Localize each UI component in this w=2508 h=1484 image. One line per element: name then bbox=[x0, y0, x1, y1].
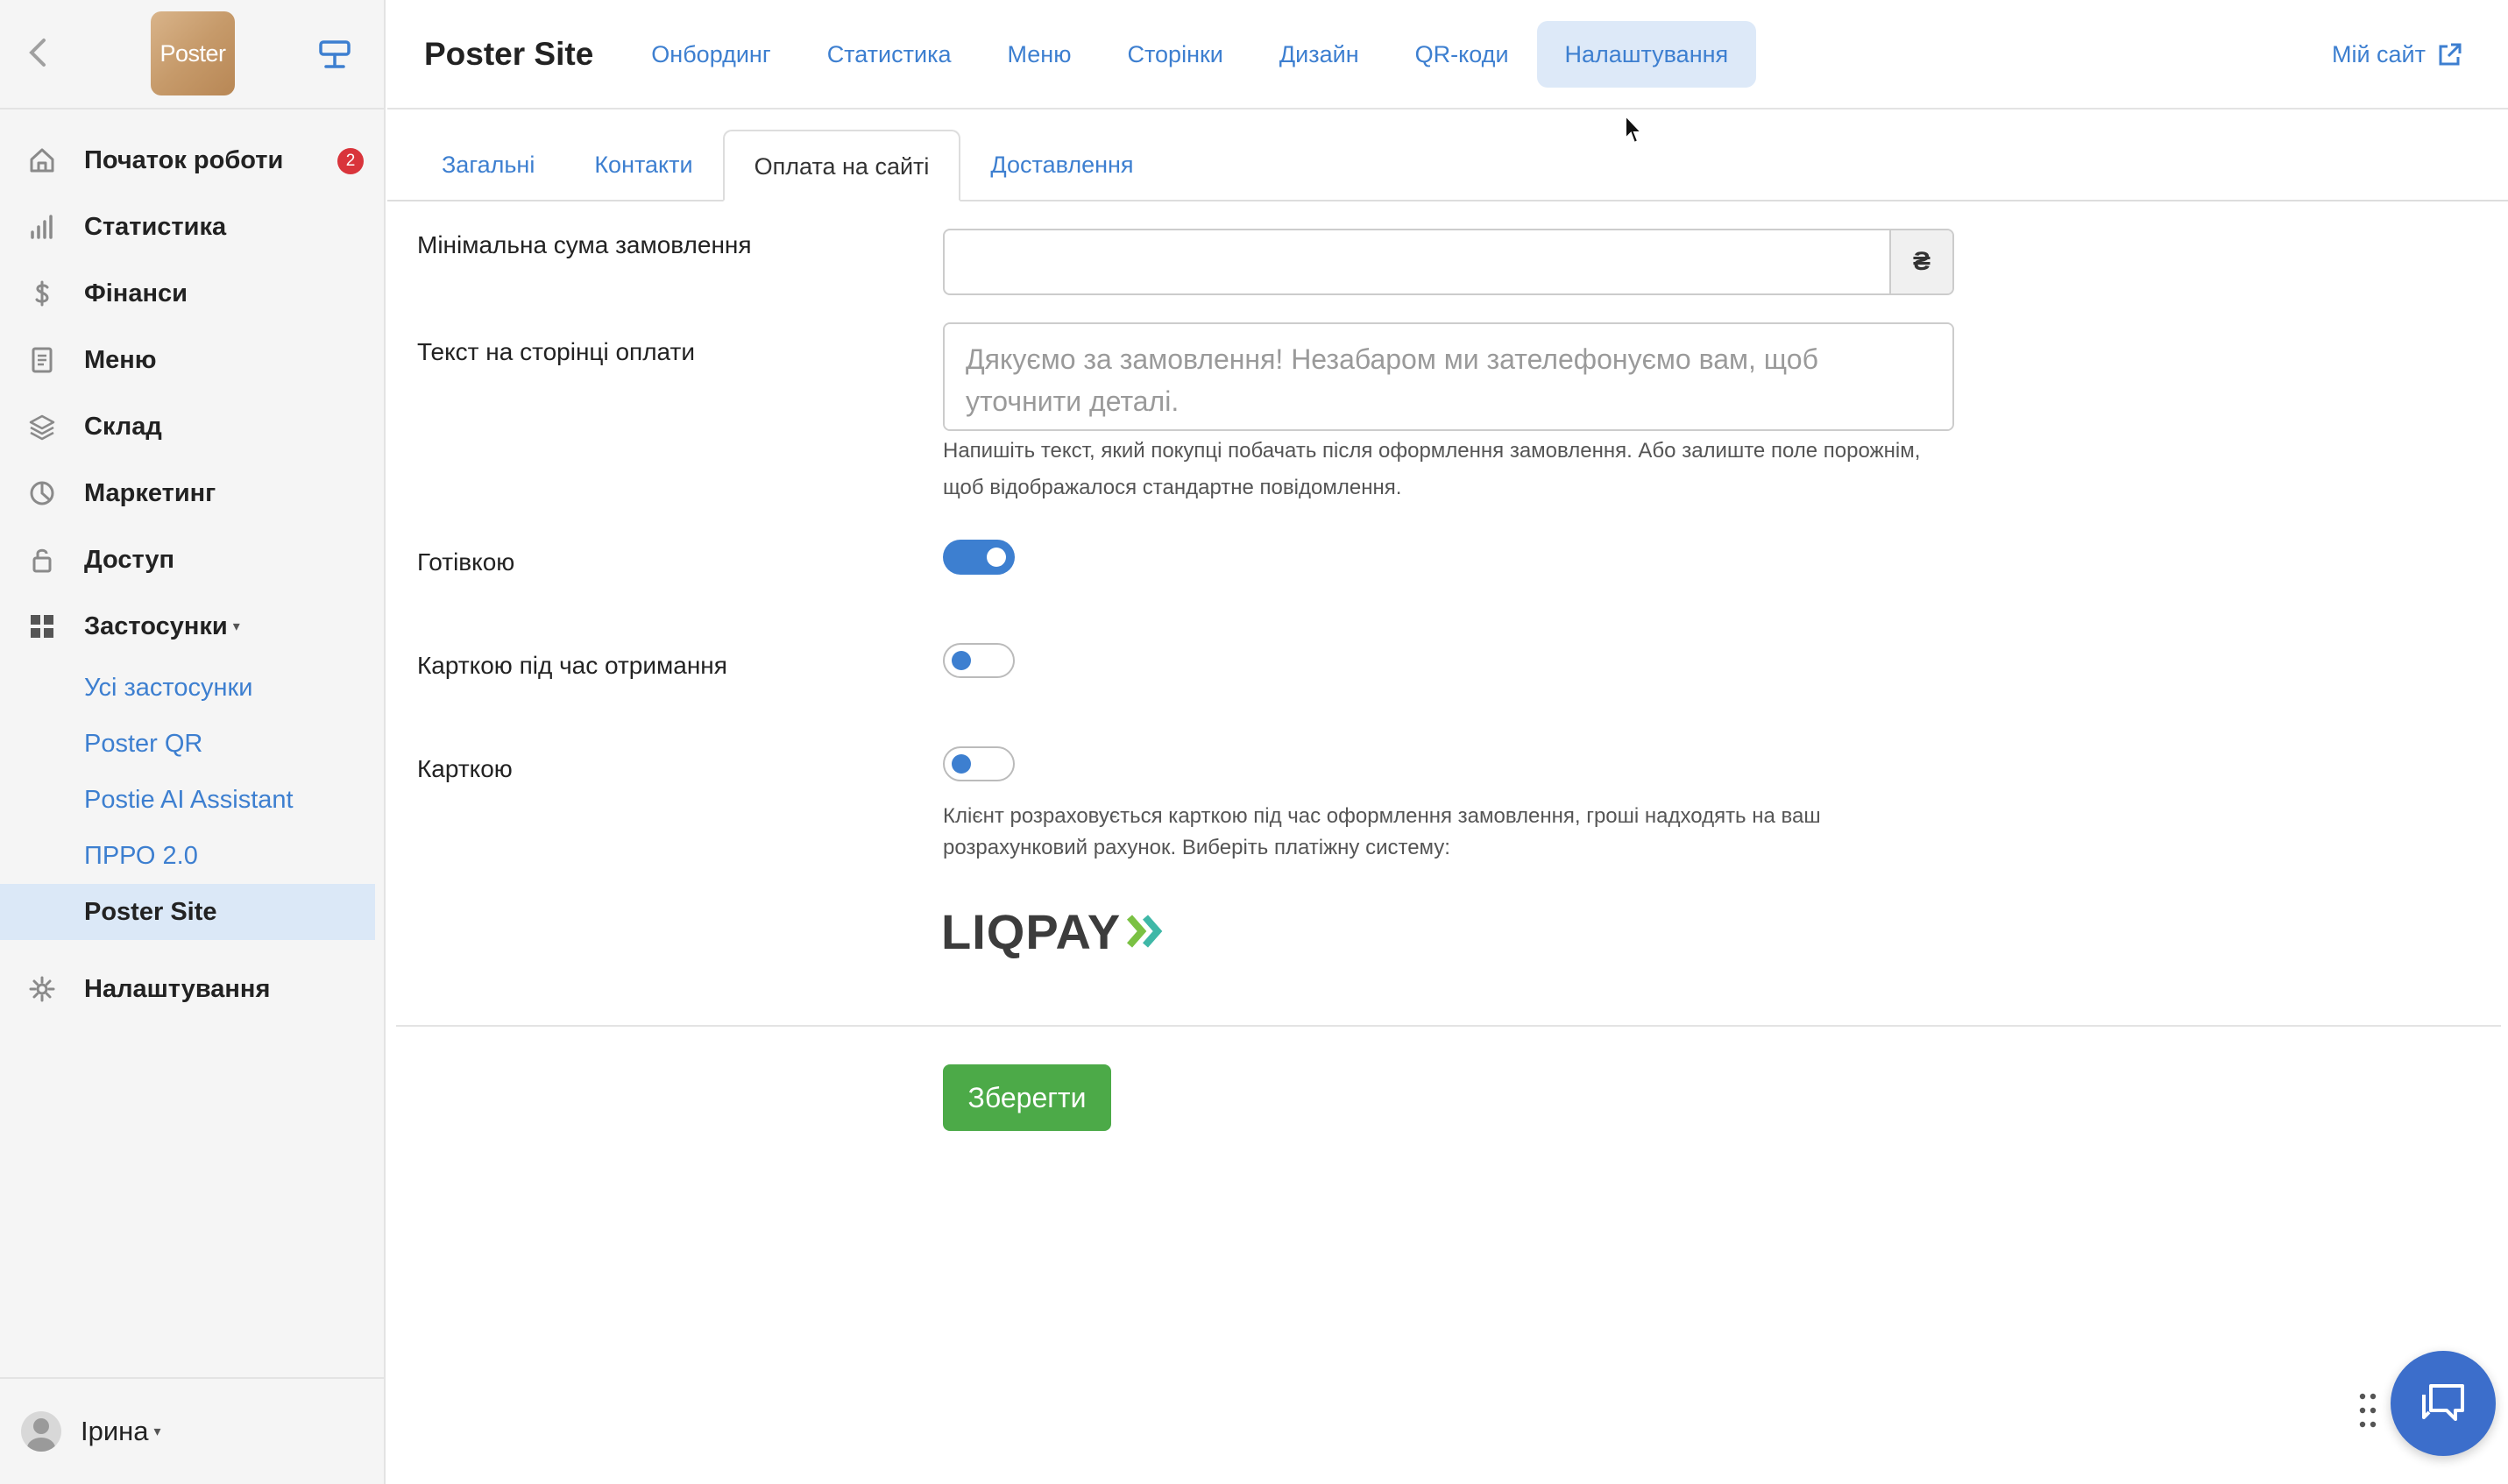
liqpay-logo[interactable]: LIQPAY bbox=[941, 903, 1166, 959]
nav-item-apps[interactable]: Застосунки ▾ bbox=[0, 593, 384, 660]
nav-label: Початок роботи bbox=[84, 145, 284, 174]
nav-item-access[interactable]: Доступ bbox=[0, 526, 384, 593]
help-line: Клієнт розраховується карткою під час оф… bbox=[943, 804, 1821, 828]
top-nav: Онбординг Статистика Меню Сторінки Дизай… bbox=[623, 20, 1757, 88]
caret-down-icon: ▾ bbox=[153, 1424, 161, 1439]
caret-down-icon: ▾ bbox=[232, 619, 240, 634]
tab-general[interactable]: Загальні bbox=[412, 130, 564, 200]
user-name: Ірина bbox=[81, 1416, 149, 1446]
nav-label: Меню bbox=[84, 345, 157, 374]
payment-text-input[interactable] bbox=[943, 322, 1954, 431]
apps-submenu: Усі застосунки Poster QR Postie AI Assis… bbox=[0, 660, 384, 940]
sidebar: Poster Початок роботи 2 Статистика Фінан… bbox=[0, 0, 386, 1484]
dollar-icon bbox=[26, 278, 58, 309]
topnav-onboarding[interactable]: Онбординг bbox=[623, 21, 798, 88]
home-icon bbox=[26, 145, 58, 176]
main-nav: Початок роботи 2 Статистика Фінанси Меню… bbox=[0, 110, 384, 660]
nav-label: Маркетинг bbox=[84, 478, 216, 507]
topnav-design[interactable]: Дизайн bbox=[1251, 21, 1387, 88]
chat-button[interactable] bbox=[2391, 1351, 2496, 1456]
grid-icon bbox=[26, 611, 58, 642]
min-amount-input[interactable] bbox=[945, 230, 1889, 293]
nav-label: Доступ bbox=[84, 545, 175, 574]
toggle-knob bbox=[987, 548, 1006, 567]
my-site-label: Мій сайт bbox=[2331, 41, 2426, 67]
topnav-statistics[interactable]: Статистика bbox=[799, 21, 980, 88]
pie-chart-icon bbox=[26, 477, 58, 509]
nav-label: Статистика bbox=[84, 212, 227, 241]
cash-toggle[interactable] bbox=[943, 540, 1015, 575]
nav-item-marketing[interactable]: Маркетинг bbox=[0, 460, 384, 526]
lock-icon bbox=[26, 544, 58, 576]
document-icon bbox=[26, 344, 58, 376]
payment-text-help: Напишіть текст, який покупці побачать пі… bbox=[943, 433, 1959, 506]
tab-contacts[interactable]: Контакти bbox=[564, 130, 722, 200]
back-chevron-icon[interactable] bbox=[26, 35, 53, 70]
help-line: розрахунковий рахунок. Виберіть платіжну… bbox=[943, 836, 1450, 859]
nav-label: Застосунки bbox=[84, 611, 228, 640]
min-amount-field: ₴ bbox=[943, 229, 1954, 295]
nav-label: Фінанси bbox=[84, 279, 188, 307]
settings-tabs: Загальні Контакти Оплата на сайті Достав… bbox=[387, 130, 2508, 201]
toggle-knob bbox=[952, 754, 971, 774]
card-help: Клієнт розраховується карткою під час оф… bbox=[943, 801, 1959, 864]
help-line: Напишіть текст, який покупці побачать пі… bbox=[943, 439, 1921, 463]
topnav-pages[interactable]: Сторінки bbox=[1099, 21, 1250, 88]
sub-item-prro[interactable]: ПРРО 2.0 bbox=[0, 828, 384, 884]
card-toggle[interactable] bbox=[943, 746, 1015, 781]
form-divider bbox=[396, 1025, 2501, 1027]
card-on-delivery-label: Карткою під час отримання bbox=[417, 652, 727, 679]
nav-item-settings[interactable]: Налаштування bbox=[0, 956, 384, 1022]
nav-item-finance[interactable]: Фінанси bbox=[0, 260, 384, 327]
layers-icon bbox=[26, 411, 58, 442]
my-site-link[interactable]: Мій сайт bbox=[2332, 0, 2462, 110]
chat-bubble-icon bbox=[2422, 1384, 2464, 1421]
liqpay-wordmark: LIQPAY bbox=[941, 903, 1122, 959]
pos-terminal-icon[interactable] bbox=[317, 39, 352, 70]
currency-addon: ₴ bbox=[1889, 230, 1952, 293]
min-amount-label: Мінімальна сума замовлення bbox=[417, 231, 752, 258]
sub-item-poster-site[interactable]: Poster Site bbox=[0, 884, 375, 940]
payment-text-label: Текст на сторінці оплати bbox=[417, 338, 695, 365]
mouse-cursor-icon bbox=[1625, 114, 1644, 145]
help-line: щоб відображалося стандартне повідомленн… bbox=[943, 476, 1402, 499]
tab-online-payment[interactable]: Оплата на сайті bbox=[722, 130, 961, 201]
card-on-delivery-toggle[interactable] bbox=[943, 643, 1015, 678]
notification-badge: 2 bbox=[337, 148, 364, 174]
sub-item-postie-ai[interactable]: Postie AI Assistant bbox=[0, 772, 384, 828]
topnav-settings[interactable]: Налаштування bbox=[1536, 20, 1757, 88]
topnav-qr-codes[interactable]: QR-коди bbox=[1387, 21, 1537, 88]
save-button[interactable]: Зберегти bbox=[943, 1064, 1111, 1131]
external-link-icon bbox=[2439, 43, 2462, 65]
top-bar: Poster Site Онбординг Статистика Меню Ст… bbox=[387, 0, 2508, 110]
bar-chart-icon bbox=[26, 211, 58, 243]
nav-label: Налаштування bbox=[84, 974, 271, 1003]
cash-label: Готівкою bbox=[417, 548, 515, 576]
tab-delivery[interactable]: Доставлення bbox=[960, 130, 1163, 200]
avatar bbox=[21, 1411, 61, 1452]
topnav-menu[interactable]: Меню bbox=[980, 21, 1100, 88]
toggle-knob bbox=[952, 651, 971, 670]
gear-icon bbox=[26, 973, 58, 1005]
page-title: Poster Site bbox=[424, 35, 594, 72]
poster-logo[interactable]: Poster bbox=[151, 11, 235, 95]
nav-item-warehouse[interactable]: Склад bbox=[0, 393, 384, 460]
nav-item-getting-started[interactable]: Початок роботи 2 bbox=[0, 127, 384, 194]
drag-handle-icon[interactable] bbox=[2359, 1393, 2377, 1428]
nav-item-statistics[interactable]: Статистика bbox=[0, 194, 384, 260]
sub-item-poster-qr[interactable]: Poster QR bbox=[0, 716, 384, 772]
user-menu[interactable]: Ірина ▾ bbox=[0, 1377, 386, 1484]
card-label: Карткою bbox=[417, 755, 513, 782]
liqpay-chevrons-icon bbox=[1127, 915, 1163, 948]
nav-label: Склад bbox=[84, 412, 162, 441]
sub-item-all-apps[interactable]: Усі застосунки bbox=[0, 660, 384, 716]
nav-item-menu[interactable]: Меню bbox=[0, 327, 384, 393]
sidebar-header: Poster bbox=[0, 0, 384, 110]
